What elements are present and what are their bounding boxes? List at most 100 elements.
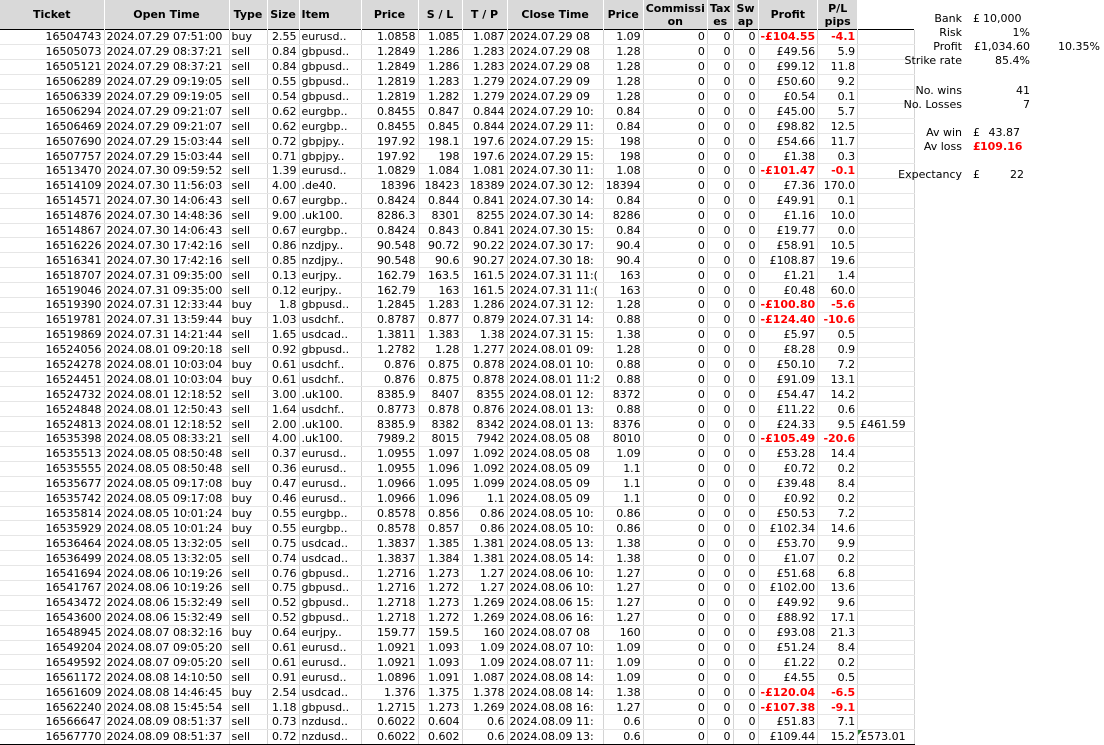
header-profit[interactable]: Profit <box>758 0 819 30</box>
swap-cell[interactable]: 0 <box>733 312 759 328</box>
open-time-cell[interactable]: 2024.08.07 09:05:20 <box>104 654 230 671</box>
close-price-cell[interactable]: 1.38 <box>603 684 644 701</box>
taxes-cell[interactable]: 0 <box>707 312 734 328</box>
close-time-cell[interactable]: 2024.07.30 18: <box>507 252 604 269</box>
profit-cell[interactable]: £53.70 <box>758 535 819 552</box>
close-time-cell[interactable]: 2024.08.08 14: <box>507 669 604 686</box>
swap-cell[interactable]: 0 <box>733 491 759 507</box>
pl-pips-cell[interactable]: 14.2 <box>817 386 859 403</box>
open-time-cell[interactable]: 2024.07.29 08:37:21 <box>104 59 230 75</box>
item-cell[interactable]: eurjpy.. <box>299 267 362 284</box>
ticket-cell[interactable]: 16561609 <box>0 684 105 701</box>
type-cell[interactable]: sell <box>229 252 268 269</box>
open-time-cell[interactable]: 2024.07.30 14:06:43 <box>104 193 230 209</box>
taxes-cell[interactable]: 0 <box>707 148 734 165</box>
pl-pips-cell[interactable]: 7.2 <box>817 506 859 522</box>
subtotal-cell[interactable] <box>857 610 916 626</box>
sl-cell[interactable]: 1.084 <box>418 163 463 179</box>
swap-cell[interactable]: 0 <box>733 193 759 209</box>
price-cell[interactable]: 8385.9 <box>361 416 419 433</box>
item-cell[interactable]: .uk100. <box>299 208 362 224</box>
close-time-cell[interactable]: 2024.08.01 10: <box>507 357 604 373</box>
type-cell[interactable]: sell <box>229 342 268 358</box>
pl-pips-cell[interactable]: 1.4 <box>817 267 859 284</box>
type-cell[interactable]: sell <box>229 461 268 477</box>
price-cell[interactable]: 0.876 <box>361 357 419 373</box>
profit-cell[interactable]: £53.28 <box>758 446 819 462</box>
type-cell[interactable]: sell <box>229 133 268 150</box>
type-cell[interactable]: sell <box>229 223 268 239</box>
item-cell[interactable]: eurusd.. <box>299 446 362 462</box>
sl-cell[interactable]: 1.28 <box>418 342 463 358</box>
sl-cell[interactable]: 1.097 <box>418 446 463 462</box>
close-price-cell[interactable]: 90.4 <box>603 252 644 269</box>
profit-cell[interactable]: £88.92 <box>758 610 819 626</box>
open-time-cell[interactable]: 2024.07.30 09:59:52 <box>104 163 230 179</box>
ticket-cell[interactable]: 16535513 <box>0 446 105 462</box>
subtotal-cell[interactable] <box>857 595 916 611</box>
pl-pips-cell[interactable]: 9.9 <box>817 535 859 552</box>
close-price-cell[interactable]: 0.84 <box>603 103 644 120</box>
open-time-cell[interactable]: 2024.08.05 08:33:21 <box>104 431 230 447</box>
commission-cell[interactable]: 0 <box>643 178 708 194</box>
tp-cell[interactable]: 0.6 <box>462 729 508 745</box>
type-cell[interactable]: sell <box>229 178 268 194</box>
commission-cell[interactable]: 0 <box>643 595 708 611</box>
subtotal-cell[interactable] <box>857 223 916 239</box>
subtotal-cell[interactable] <box>857 640 916 656</box>
price-cell[interactable]: 1.3837 <box>361 535 419 552</box>
pl-pips-cell[interactable]: -4.1 <box>817 29 859 45</box>
profit-cell[interactable]: £0.72 <box>758 461 819 477</box>
sl-cell[interactable]: 1.273 <box>418 565 463 581</box>
ticket-cell[interactable]: 16518707 <box>0 267 105 284</box>
taxes-cell[interactable]: 0 <box>707 699 734 715</box>
subtotal-cell[interactable] <box>857 312 916 328</box>
commission-cell[interactable]: 0 <box>643 640 708 656</box>
header-price[interactable]: Price <box>361 0 419 30</box>
open-time-cell[interactable]: 2024.08.01 10:03:04 <box>104 371 230 388</box>
close-time-cell[interactable]: 2024.07.29 08 <box>507 59 604 75</box>
item-cell[interactable]: eurusd.. <box>299 491 362 507</box>
price-cell[interactable]: 159.77 <box>361 625 419 641</box>
type-cell[interactable]: sell <box>229 565 268 581</box>
tp-cell[interactable]: 1.283 <box>462 44 508 60</box>
price-cell[interactable]: 1.0966 <box>361 476 419 492</box>
sl-cell[interactable]: 1.385 <box>418 535 463 552</box>
taxes-cell[interactable]: 0 <box>707 208 734 224</box>
item-cell[interactable]: gbpusd.. <box>299 74 362 90</box>
subtotal-cell[interactable] <box>857 654 916 671</box>
close-price-cell[interactable]: 1.27 <box>603 595 644 611</box>
commission-cell[interactable]: 0 <box>643 520 708 537</box>
size-cell[interactable]: 0.61 <box>267 654 300 671</box>
subtotal-cell[interactable] <box>857 506 916 522</box>
tp-cell[interactable]: 90.27 <box>462 252 508 269</box>
tp-cell[interactable]: 161.5 <box>462 267 508 284</box>
sl-cell[interactable]: 18423 <box>418 178 463 194</box>
ticket-cell[interactable]: 16524732 <box>0 386 105 403</box>
swap-cell[interactable]: 0 <box>733 282 759 299</box>
close-time-cell[interactable]: 2024.07.29 15: <box>507 133 604 150</box>
close-time-cell[interactable]: 2024.08.07 10: <box>507 640 604 656</box>
commission-cell[interactable]: 0 <box>643 506 708 522</box>
taxes-cell[interactable]: 0 <box>707 342 734 358</box>
avwin-value[interactable]: 43.87 <box>980 126 1021 140</box>
close-price-cell[interactable]: 0.88 <box>603 401 644 418</box>
close-time-cell[interactable]: 2024.08.01 13: <box>507 416 604 433</box>
type-cell[interactable]: sell <box>229 580 268 596</box>
ticket-cell[interactable]: 16519781 <box>0 312 105 328</box>
commission-cell[interactable]: 0 <box>643 312 708 328</box>
swap-cell[interactable]: 0 <box>733 401 759 418</box>
close-time-cell[interactable]: 2024.08.01 11:2 <box>507 371 604 388</box>
price-cell[interactable]: 8385.9 <box>361 386 419 403</box>
sl-cell[interactable]: 1.383 <box>418 327 463 343</box>
size-cell[interactable]: 0.55 <box>267 506 300 522</box>
close-time-cell[interactable]: 2024.08.07 08 <box>507 625 604 641</box>
size-cell[interactable]: 1.8 <box>267 297 300 313</box>
size-cell[interactable]: 9.00 <box>267 208 300 224</box>
size-cell[interactable]: 0.52 <box>267 610 300 626</box>
ticket-cell[interactable]: 16516341 <box>0 252 105 269</box>
pl-pips-cell[interactable]: 7.2 <box>817 357 859 373</box>
pl-pips-cell[interactable]: 14.4 <box>817 446 859 462</box>
tp-cell[interactable]: 1.09 <box>462 640 508 656</box>
price-cell[interactable]: 1.376 <box>361 684 419 701</box>
